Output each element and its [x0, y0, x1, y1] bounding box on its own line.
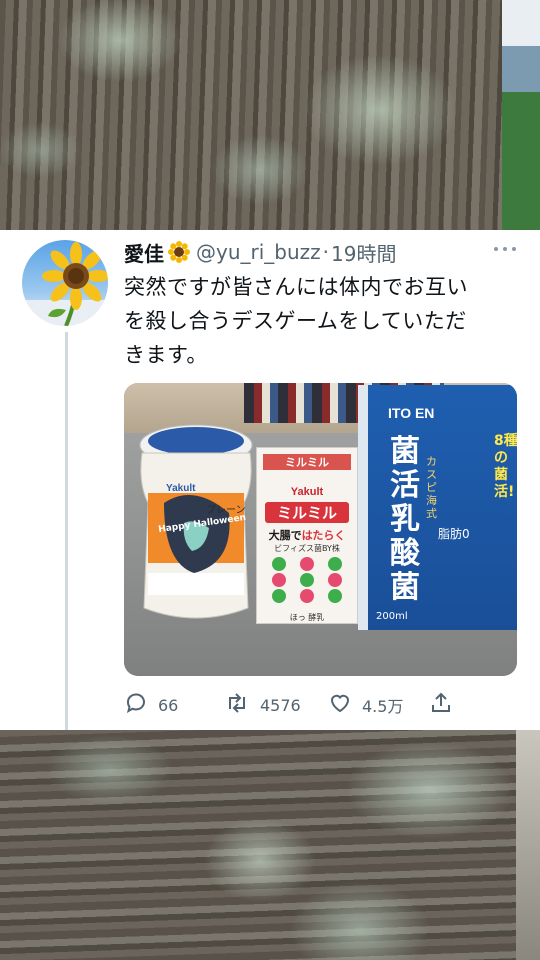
milmil-sub3: ビフィズス菌BY株	[274, 544, 340, 553]
thread-line	[65, 332, 68, 730]
milmil-sub1: 大腸で	[268, 529, 302, 542]
like-icon	[328, 691, 352, 719]
reply-count: 66	[158, 695, 179, 715]
more-icon[interactable]	[494, 244, 516, 254]
tweet-card[interactable]: 愛佳 @yu_ri_buzz · 19時間 突然ですが皆さんには体内でお互い を…	[0, 230, 540, 730]
tweet-text-line: 突然ですが皆さんには体内でお互い	[124, 275, 468, 299]
milmil-top-label: ミルミル	[263, 454, 351, 470]
share-button[interactable]	[429, 692, 453, 718]
separator-dot: ·	[322, 240, 330, 264]
share-icon	[429, 691, 453, 719]
itoen-fat: 脂肪0	[438, 527, 470, 541]
retweet-count: 4576	[260, 695, 301, 715]
tweet-text-line: を殺し合うデスゲームをしていただ	[124, 309, 467, 333]
itoen-brand: ITO EN	[388, 405, 435, 421]
retweet-button[interactable]: 4576	[224, 692, 301, 718]
reply-icon	[124, 691, 148, 719]
timestamp[interactable]: 19時間	[331, 238, 396, 267]
sunflower-icon	[168, 241, 190, 263]
milmil-carton: ミルミル Yakult ミルミル 大腸ではたらく ビフィズス菌BY株 ほっ 酵乳	[256, 447, 358, 624]
tweet-text-line: きます。	[124, 343, 208, 367]
background-photo-top	[0, 0, 540, 230]
like-button[interactable]: 4.5万	[328, 692, 403, 718]
milmil-dots	[272, 557, 342, 603]
itoen-name: 菌活乳酸菌	[390, 434, 420, 605]
milmil-brand: Yakult	[290, 486, 324, 498]
milmil-name: ミルミル	[265, 502, 349, 523]
bark-edge-strip	[516, 730, 540, 960]
itoen-sub: カスピ海式	[426, 455, 437, 520]
tweet-text: 突然ですが皆さんには体内でお互い を殺し合うデスゲームをしていただ きます。	[124, 270, 520, 372]
tweet-header: 愛佳 @yu_ri_buzz · 19時間	[124, 237, 524, 267]
milmil-sub2: はたらく	[301, 529, 346, 542]
reply-button[interactable]: 66	[124, 692, 178, 718]
tweet-actions: 66 4576 4.5万	[124, 692, 454, 718]
display-name[interactable]: 愛佳	[124, 238, 164, 267]
avatar[interactable]	[22, 240, 108, 326]
tweet-media-photo[interactable]: Yakult プレーン Happy Halloween ミルミル Yakult …	[124, 383, 517, 676]
retweet-icon	[224, 691, 250, 719]
itoen-carton: ITO EN 8種の菌活! カスピ海式 菌活乳酸菌 脂肪0 200ml	[358, 385, 517, 630]
itoen-volume: 200ml	[376, 611, 408, 622]
milmil-bottom: ほっ 酵乳	[289, 613, 325, 622]
user-handle[interactable]: @yu_ri_buzz	[196, 240, 321, 264]
background-photo-bottom	[0, 730, 540, 960]
sky-foliage-corner	[502, 0, 540, 230]
itoen-tag: 8種の菌活!	[494, 433, 517, 500]
bottle-brand: Yakult	[166, 483, 196, 494]
like-count: 4.5万	[362, 697, 404, 716]
